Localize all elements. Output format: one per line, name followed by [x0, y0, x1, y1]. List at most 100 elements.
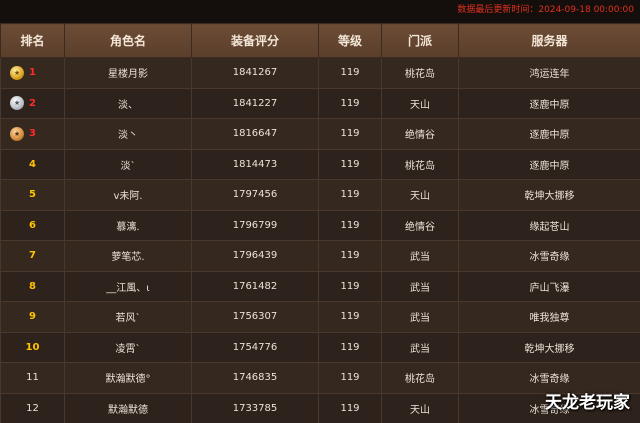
sect-cell: 桃花岛 — [381, 57, 459, 89]
rank-cell: 11 — [0, 362, 65, 394]
rank-number: 1 — [29, 67, 36, 79]
character-name-cell: 默瀚默德° — [64, 362, 192, 394]
level-cell: 119 — [318, 118, 382, 150]
ranking-table: 排名 角色名 装备评分 等级 门派 服务器 ★ 1 星楼月影 1841267 119 桃花… — [0, 23, 640, 423]
table-row: ★ 1 星楼月影 1841267 119 桃花岛 鸿运连年 — [0, 57, 640, 89]
level-cell: 119 — [318, 57, 382, 89]
equipment-score-cell: 1754776 — [191, 331, 319, 363]
table-row: 5 v未阿. 1797456 119 天山 乾坤大挪移 — [0, 179, 640, 211]
character-name-cell: 淡丶 — [64, 118, 192, 150]
level-cell: 119 — [318, 301, 382, 333]
character-name-cell: 萝笔芯. — [64, 240, 192, 272]
equipment-score-cell: 1761482 — [191, 270, 319, 302]
rank-cell: 12 — [0, 392, 65, 423]
sect-cell: 天山 — [381, 179, 459, 211]
equipment-score-cell: 1841267 — [191, 57, 319, 89]
table-row: 7 萝笔芯. 1796439 119 武当 冰雪奇缘 — [0, 240, 640, 272]
table-body: ★ 1 星楼月影 1841267 119 桃花岛 鸿运连年 ★ 2 淡、 1841227 119 天山逐… — [0, 57, 640, 423]
rank-number: 11 — [26, 372, 39, 384]
server-cell: 逐鹿中原 — [458, 118, 640, 150]
header-sect: 门派 — [381, 23, 459, 58]
rank-cell: 5 — [0, 179, 65, 211]
sect-cell: 桃花岛 — [381, 148, 459, 180]
rank-number: 8 — [29, 280, 36, 292]
rank-number: 12 — [26, 402, 39, 414]
server-cell: 唯我独尊 — [458, 301, 640, 333]
sect-cell: 桃花岛 — [381, 362, 459, 394]
level-cell: 119 — [318, 209, 382, 241]
header-server: 服务器 — [458, 23, 640, 58]
character-name-cell: 慕漓. — [64, 209, 192, 241]
silver-medal-icon: ★ — [10, 96, 24, 111]
rank-number: 6 — [29, 219, 36, 231]
sect-cell: 武当 — [381, 270, 459, 302]
rank-number: 4 — [29, 158, 36, 170]
rank-cell: 6 — [0, 209, 65, 241]
server-cell: 乾坤大挪移 — [458, 179, 640, 211]
equipment-score-cell: 1814473 — [191, 148, 319, 180]
sect-cell: 武当 — [381, 301, 459, 333]
gold-medal-icon: ★ — [10, 65, 24, 80]
level-cell: 119 — [318, 331, 382, 363]
rank-cell: ★ 3 — [0, 118, 65, 150]
equipment-score-cell: 1841227 — [191, 87, 319, 119]
equipment-score-cell: 1796799 — [191, 209, 319, 241]
level-cell: 119 — [318, 240, 382, 272]
equipment-score-cell: 1756307 — [191, 301, 319, 333]
server-cell: 缘起苍山 — [458, 209, 640, 241]
table-row: 8 __江風、ι 1761482 119 武当 庐山飞瀑 — [0, 270, 640, 302]
server-cell: 冰雪奇缘 — [458, 240, 640, 272]
rank-cell: 10 — [0, 331, 65, 363]
equipment-score-cell: 1797456 — [191, 179, 319, 211]
character-name-cell: v未阿. — [64, 179, 192, 211]
rank-number: 5 — [29, 189, 36, 201]
update-time-text: 数据最后更新时间：2024-09-18 00:00:00 — [457, 5, 634, 15]
table-row: 6 慕漓. 1796799 119 绝情谷 缘起苍山 — [0, 209, 640, 241]
table-row: 9 若风` 1756307 119 武当 唯我独尊 — [0, 301, 640, 333]
rank-cell: ★ 2 — [0, 87, 65, 119]
table-header: 排名 角色名 装备评分 等级 门派 服务器 — [0, 23, 640, 58]
server-cell: 鸿运连年 — [458, 57, 640, 89]
character-name-cell: 默瀚默德 — [64, 392, 192, 423]
character-name-cell: 星楼月影 — [64, 57, 192, 89]
leaderboard-page: 数据最后更新时间：2024-09-18 00:00:00 排名 角色名 装备评分… — [0, 0, 640, 423]
server-cell: 庐山飞瀑 — [458, 270, 640, 302]
header-row: 排名 角色名 装备评分 等级 门派 服务器 — [0, 23, 640, 58]
sect-cell: 天山 — [381, 392, 459, 423]
top-bar: 数据最后更新时间：2024-09-18 00:00:00 — [0, 0, 640, 23]
rank-number: 3 — [29, 128, 36, 140]
watermark-text: 天龙老玩家 — [545, 393, 630, 413]
character-name-cell: 若风` — [64, 301, 192, 333]
bronze-medal-icon: ★ — [10, 126, 24, 141]
rank-number: 2 — [29, 97, 36, 109]
table-row: ★ 3 淡丶 1816647 119 绝情谷 逐鹿中原 — [0, 118, 640, 150]
sect-cell: 武当 — [381, 331, 459, 363]
equipment-score-cell: 1746835 — [191, 362, 319, 394]
table-row: 4 淡` 1814473 119 桃花岛 逐鹿中原 — [0, 148, 640, 180]
character-name-cell: __江風、ι — [64, 270, 192, 302]
rank-number: 7 — [29, 250, 36, 262]
rank-cell: 9 — [0, 301, 65, 333]
rank-cell: 4 — [0, 148, 65, 180]
character-name-cell: 淡` — [64, 148, 192, 180]
rank-number: 9 — [29, 311, 36, 323]
equipment-score-cell: 1733785 — [191, 392, 319, 423]
server-cell: 逐鹿中原 — [458, 148, 640, 180]
rank-cell: 8 — [0, 270, 65, 302]
header-level: 等级 — [318, 23, 382, 58]
sect-cell: 绝情谷 — [381, 209, 459, 241]
rank-number: 10 — [25, 341, 40, 353]
rank-cell: 7 — [0, 240, 65, 272]
sect-cell: 绝情谷 — [381, 118, 459, 150]
level-cell: 119 — [318, 362, 382, 394]
table-row: ★ 2 淡、 1841227 119 天山 逐鹿中原 — [0, 87, 640, 119]
table-row: 10 凌霄` 1754776 119 武当 乾坤大挪移 — [0, 331, 640, 363]
level-cell: 119 — [318, 148, 382, 180]
header-rank: 排名 — [0, 23, 65, 58]
sect-cell: 天山 — [381, 87, 459, 119]
header-name: 角色名 — [64, 23, 192, 58]
level-cell: 119 — [318, 87, 382, 119]
level-cell: 119 — [318, 392, 382, 423]
level-cell: 119 — [318, 179, 382, 211]
header-score: 装备评分 — [191, 23, 319, 58]
